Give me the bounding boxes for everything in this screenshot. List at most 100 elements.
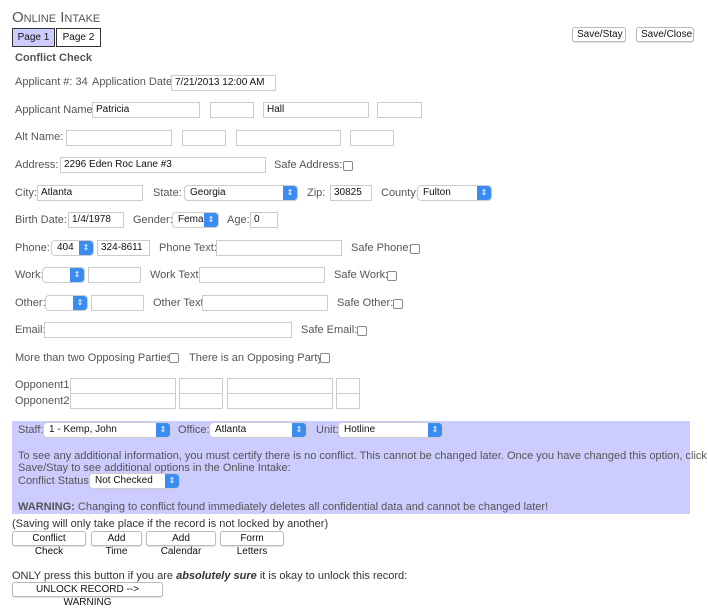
applicant-name-label: Applicant Name:	[15, 104, 96, 116]
form-letters-button[interactable]: Form Letters	[220, 531, 284, 557]
chevron-updown-icon: ⇕	[283, 186, 297, 200]
warning-bold: WARNING:	[18, 501, 75, 513]
birth-date-label: Birth Date:	[15, 214, 67, 226]
city-input[interactable]: Atlanta	[37, 185, 143, 201]
opponent2-last-input[interactable]	[227, 393, 333, 409]
other-area-select[interactable]: ⇕	[45, 295, 88, 311]
chevron-updown-icon: ⇕	[204, 213, 218, 227]
save-stay-button[interactable]: Save/Stay	[572, 27, 626, 42]
safe-address-checkbox[interactable]	[343, 161, 353, 171]
conflict-check-button[interactable]: Conflict Check	[12, 531, 86, 557]
email-input[interactable]	[44, 322, 292, 338]
more-parties-checkbox[interactable]	[169, 353, 179, 363]
add-time-button[interactable]: Add Time	[91, 531, 142, 557]
age-label: Age:	[227, 214, 250, 226]
county-label: County:	[381, 187, 419, 199]
page-title: Online Intake	[12, 9, 101, 26]
safe-other-checkbox[interactable]	[393, 299, 403, 309]
first-name-input[interactable]: Patricia	[92, 102, 200, 118]
opponent2-suffix-input[interactable]	[336, 393, 360, 409]
address-label: Address:	[15, 159, 59, 171]
safe-work-checkbox[interactable]	[387, 271, 397, 281]
phone-text-input[interactable]	[216, 240, 342, 256]
county-value: Fulton	[423, 187, 451, 198]
other-text-input[interactable]	[202, 295, 328, 311]
state-select[interactable]: Georgia ⇕	[184, 185, 298, 201]
office-value: Atlanta	[215, 424, 247, 435]
safe-email-label: Safe Email:	[301, 324, 358, 336]
save-close-button[interactable]: Save/Close	[636, 27, 694, 42]
zip-label: Zip:	[307, 187, 326, 199]
chevron-updown-icon: ⇕	[292, 423, 306, 437]
other-text-label: Other Text:	[153, 297, 207, 309]
opponent2-label: Opponent2:	[15, 395, 73, 407]
add-calendar-button[interactable]: Add Calendar	[146, 531, 216, 557]
age-input[interactable]: 0	[250, 212, 278, 228]
alt-suffix-input[interactable]	[350, 130, 394, 146]
address-input[interactable]: 2296 Eden Roc Lane #3	[60, 157, 266, 173]
unit-label: Unit:	[316, 424, 339, 436]
work-text-label: Work Text:	[150, 269, 202, 281]
safe-address-label: Safe Address:	[274, 159, 343, 171]
state-label: State:	[153, 187, 182, 199]
opponent1-middle-input[interactable]	[179, 378, 223, 394]
state-value: Georgia	[190, 187, 226, 198]
opponent2-middle-input[interactable]	[179, 393, 223, 409]
alt-name-label: Alt Name:	[15, 131, 64, 143]
opponent1-suffix-input[interactable]	[336, 378, 360, 394]
applicant-number: Applicant #: 34	[15, 76, 88, 88]
tab-page-1[interactable]: Page 1	[12, 28, 55, 47]
unlock-record-button[interactable]: UNLOCK RECORD --> WARNING	[12, 582, 163, 608]
staff-select[interactable]: 1 - Kemp, John ⇕	[43, 422, 171, 438]
safe-phone-checkbox[interactable]	[410, 244, 420, 254]
safe-phone-label: Safe Phone:	[351, 242, 412, 254]
conflict-status-label: Conflict Status:	[18, 475, 92, 487]
work-phone-input[interactable]	[88, 267, 141, 283]
middle-name-input[interactable]	[210, 102, 254, 118]
opponent1-last-input[interactable]	[227, 378, 333, 394]
gender-select[interactable]: Fema ⇕	[172, 212, 219, 228]
suffix-input[interactable]	[377, 102, 422, 118]
other-phone-input[interactable]	[91, 295, 144, 311]
unlock-note-post: it is okay to unlock this record:	[256, 570, 408, 582]
staff-value: 1 - Kemp, John	[49, 424, 117, 435]
gender-value: Fema	[178, 214, 204, 225]
unlock-note-pre: ONLY press this button if you are	[12, 570, 177, 582]
alt-middle-input[interactable]	[182, 130, 226, 146]
work-text-input[interactable]	[199, 267, 325, 283]
office-select[interactable]: Atlanta ⇕	[209, 422, 307, 438]
application-date-input[interactable]: 7/21/2013 12:00 AM	[171, 75, 276, 91]
phone-area-select[interactable]: 404 ⇕	[51, 240, 94, 256]
conflict-status-value: Not Checked	[95, 475, 153, 486]
office-label: Office:	[178, 424, 210, 436]
opponent1-first-input[interactable]	[70, 378, 176, 394]
email-label: Email:	[15, 324, 46, 336]
chevron-updown-icon: ⇕	[70, 268, 84, 282]
phone-input[interactable]: 324-8611	[97, 240, 150, 256]
opposing-party-label: There is an Opposing Party:	[189, 352, 326, 364]
safe-work-label: Safe Work:	[334, 269, 389, 281]
tab-page-2[interactable]: Page 2	[56, 28, 101, 47]
gender-label: Gender:	[133, 214, 173, 226]
safe-email-checkbox[interactable]	[357, 326, 367, 336]
last-name-input[interactable]: Hall	[263, 102, 369, 118]
alt-last-input[interactable]	[236, 130, 341, 146]
opposing-party-checkbox[interactable]	[320, 353, 330, 363]
safe-other-label: Safe Other:	[337, 297, 394, 309]
warning-message: Changing to conflict found immediately d…	[74, 501, 549, 513]
unit-select[interactable]: Hotline ⇕	[338, 422, 443, 438]
section-title: Conflict Check	[15, 52, 93, 64]
county-select[interactable]: Fulton ⇕	[417, 185, 492, 201]
phone-area-value: 404	[57, 242, 74, 253]
conflict-status-select[interactable]: Not Checked ⇕	[89, 473, 180, 489]
application-date-label: Application Date:	[92, 76, 176, 88]
alt-first-input[interactable]	[66, 130, 172, 146]
birth-date-input[interactable]: 1/4/1978	[68, 212, 124, 228]
zip-input[interactable]: 30825	[330, 185, 372, 201]
work-area-select[interactable]: ⇕	[42, 267, 85, 283]
warning-text: WARNING: Changing to conflict found imme…	[18, 501, 548, 513]
conflict-info-line1: To see any additional information, you m…	[18, 450, 707, 462]
opponent1-label: Opponent1:	[15, 379, 73, 391]
unit-value: Hotline	[344, 424, 376, 435]
opponent2-first-input[interactable]	[70, 393, 176, 409]
